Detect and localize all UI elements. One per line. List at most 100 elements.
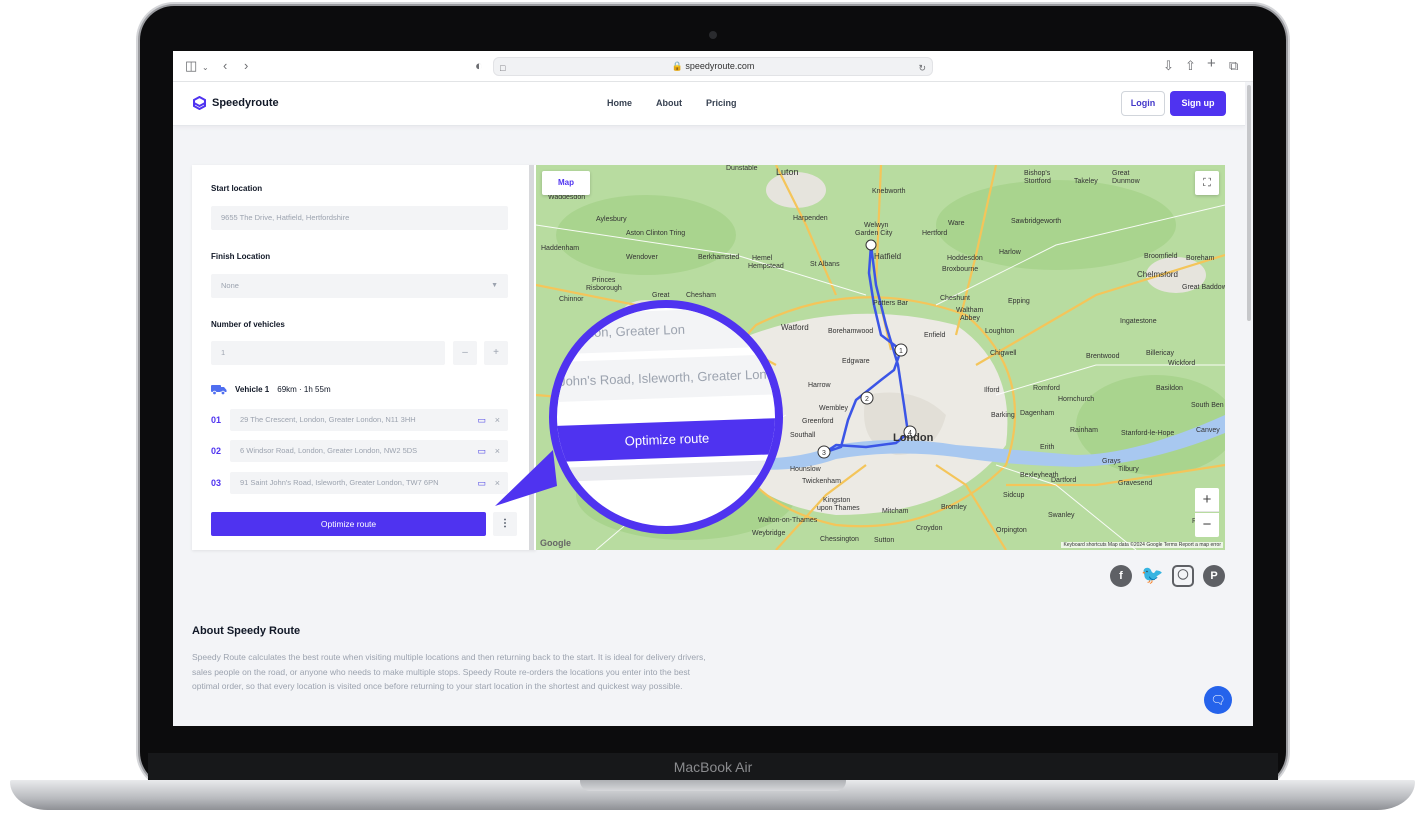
zoom-in-button[interactable]: + (1195, 488, 1219, 512)
browser-toolbar: ◫ ⌄ ‹ › ◐ □ 🔒 speedyroute.com ↻ ⇩ ⇧ + ⧉ (173, 51, 1253, 82)
url-text: 🔒 speedyroute.com (671, 61, 755, 71)
map-tab[interactable]: Map (542, 171, 590, 195)
svg-text:Mitcham: Mitcham (882, 508, 909, 515)
lock-icon: 🔒 (671, 61, 683, 71)
svg-text:3: 3 (822, 450, 826, 457)
vehicles-input[interactable]: 1 (211, 341, 445, 365)
share-icon[interactable]: ⇧ (1185, 59, 1196, 73)
svg-text:Barking: Barking (991, 412, 1015, 419)
facebook-icon[interactable]: f (1110, 565, 1132, 587)
page-scrollbar[interactable] (1247, 85, 1251, 321)
laptop-mockup: MacBook Air ◫ ⌄ ‹ › ◐ □ 🔒 speedyroute.co… (0, 0, 1425, 825)
chevron-down-icon[interactable]: ⌄ (202, 61, 209, 75)
svg-text:Weybridge: Weybridge (752, 530, 785, 537)
nav-about[interactable]: About (656, 98, 682, 108)
webcam (709, 31, 717, 39)
nav-pricing[interactable]: Pricing (706, 98, 737, 108)
svg-text:Gravesend: Gravesend (1118, 480, 1152, 487)
back-icon[interactable]: ‹ (223, 59, 227, 73)
svg-text:Stanford-le-Hope: Stanford-le-Hope (1121, 430, 1174, 437)
about-paragraph: Speedy Route calculates the best route w… (192, 652, 706, 691)
svg-text:Loughton: Loughton (985, 328, 1014, 335)
svg-text:Harrow: Harrow (808, 382, 832, 389)
signup-button[interactable]: Sign up (1170, 91, 1226, 116)
svg-text:Canvey: Canvey (1196, 427, 1220, 434)
svg-text:Wendover: Wendover (626, 254, 658, 261)
chat-widget-icon[interactable]: 🗨 (1204, 686, 1232, 714)
brand-logo[interactable]: Speedyroute (193, 96, 279, 110)
svg-text:Potters Bar: Potters Bar (873, 300, 909, 307)
svg-text:Waltham: Waltham (956, 307, 984, 314)
stop-number: 01 (211, 415, 222, 425)
laptop-notch (580, 780, 846, 791)
zoom-callout: London, Greater Lon John's Road, Islewor… (549, 300, 783, 534)
note-icon[interactable]: ▭ (477, 409, 486, 431)
svg-text:Bishop's: Bishop's (1024, 170, 1051, 177)
device-label: MacBook Air (673, 759, 753, 775)
svg-text:Watford: Watford (781, 323, 809, 332)
privacy-shield-icon[interactable]: ◐ (475, 59, 483, 73)
svg-text:Billericay: Billericay (1146, 350, 1175, 357)
svg-text:Sutton: Sutton (874, 537, 894, 544)
svg-text:Swanley: Swanley (1048, 512, 1075, 519)
svg-text:Rainham: Rainham (1070, 427, 1098, 434)
pinterest-icon[interactable]: P (1203, 565, 1225, 587)
remove-stop-icon[interactable]: × (495, 409, 500, 431)
finish-location-select[interactable]: None ▼ (211, 274, 508, 298)
stop-address: 91 Saint John's Road, Isleworth, Greater… (240, 478, 439, 487)
svg-text:Bromley: Bromley (941, 504, 967, 511)
forward-icon[interactable]: › (244, 59, 248, 73)
svg-text:Dartford: Dartford (1051, 477, 1076, 484)
instagram-icon[interactable]: ◯ (1172, 565, 1194, 587)
screen: ◫ ⌄ ‹ › ◐ □ 🔒 speedyroute.com ↻ ⇩ ⇧ + ⧉ (173, 51, 1253, 726)
address-bar[interactable]: □ 🔒 speedyroute.com ↻ (493, 57, 933, 76)
map-attribution[interactable]: Keyboard shortcuts Map data ©2024 Google… (1061, 542, 1223, 548)
google-logo: Google (540, 538, 571, 548)
start-location-label: Start location (211, 184, 263, 193)
svg-text:Cheshunt: Cheshunt (940, 295, 970, 302)
login-button[interactable]: Login (1121, 91, 1165, 116)
svg-text:upon Thames: upon Thames (817, 505, 860, 512)
optimize-route-button[interactable]: Optimize route (211, 512, 486, 536)
note-icon[interactable]: ▭ (477, 472, 486, 494)
start-location-input[interactable]: 9655 The Drive, Hatfield, Hertfordshire (211, 206, 508, 230)
fullscreen-icon[interactable]: ⛶ (1195, 171, 1219, 195)
nav-home[interactable]: Home (607, 98, 632, 108)
note-icon[interactable]: ▭ (477, 440, 486, 462)
svg-text:Chesham: Chesham (686, 292, 716, 299)
tabs-overview-icon[interactable]: ⧉ (1229, 59, 1238, 73)
more-options-button[interactable]: ⋮ (493, 512, 517, 536)
svg-text:Dagenham: Dagenham (1020, 410, 1054, 417)
zoom-out-button[interactable]: − (1195, 513, 1219, 537)
reload-icon[interactable]: ↻ (918, 61, 926, 75)
vehicle-name: Vehicle 1 (235, 385, 270, 394)
stop-input[interactable]: 91 Saint John's Road, Isleworth, Greater… (230, 472, 508, 494)
svg-text:St Albans: St Albans (810, 261, 840, 268)
stop-number: 02 (211, 446, 222, 456)
svg-text:Princes: Princes (592, 277, 616, 284)
svg-text:Chigwell: Chigwell (990, 350, 1017, 357)
svg-text:Great Baddow: Great Baddow (1182, 284, 1225, 291)
vehicles-decrement-button[interactable]: – (453, 341, 477, 365)
svg-text:Hatfield: Hatfield (874, 252, 901, 261)
svg-text:Broomfield: Broomfield (1144, 253, 1178, 260)
svg-text:South Ben: South Ben (1191, 402, 1224, 409)
sidebar-icon[interactable]: ◫ (185, 59, 197, 73)
svg-text:Borehamwood: Borehamwood (828, 328, 873, 335)
svg-text:Berkhamsted: Berkhamsted (698, 254, 739, 261)
svg-text:1: 1 (899, 348, 903, 355)
svg-text:Chelmsford: Chelmsford (1137, 270, 1178, 279)
callout-divider (557, 459, 775, 483)
new-tab-icon[interactable]: + (1207, 56, 1216, 71)
vehicles-increment-button[interactable]: + (484, 341, 508, 365)
download-icon[interactable]: ⇩ (1163, 59, 1174, 73)
twitter-icon[interactable]: 🐦 (1141, 565, 1163, 587)
svg-text:Hemel: Hemel (752, 255, 773, 262)
svg-text:Takeley: Takeley (1074, 178, 1098, 185)
site-header: Speedyroute Home About Pricing Login Sig… (173, 82, 1245, 126)
stop-number: 03 (211, 478, 222, 488)
stop-input[interactable]: 29 The Crescent, London, Greater London,… (230, 409, 508, 431)
svg-text:Ilford: Ilford (984, 387, 1000, 394)
svg-text:Wickford: Wickford (1168, 360, 1195, 367)
stop-input[interactable]: 6 Windsor Road, London, Greater London, … (230, 440, 508, 462)
